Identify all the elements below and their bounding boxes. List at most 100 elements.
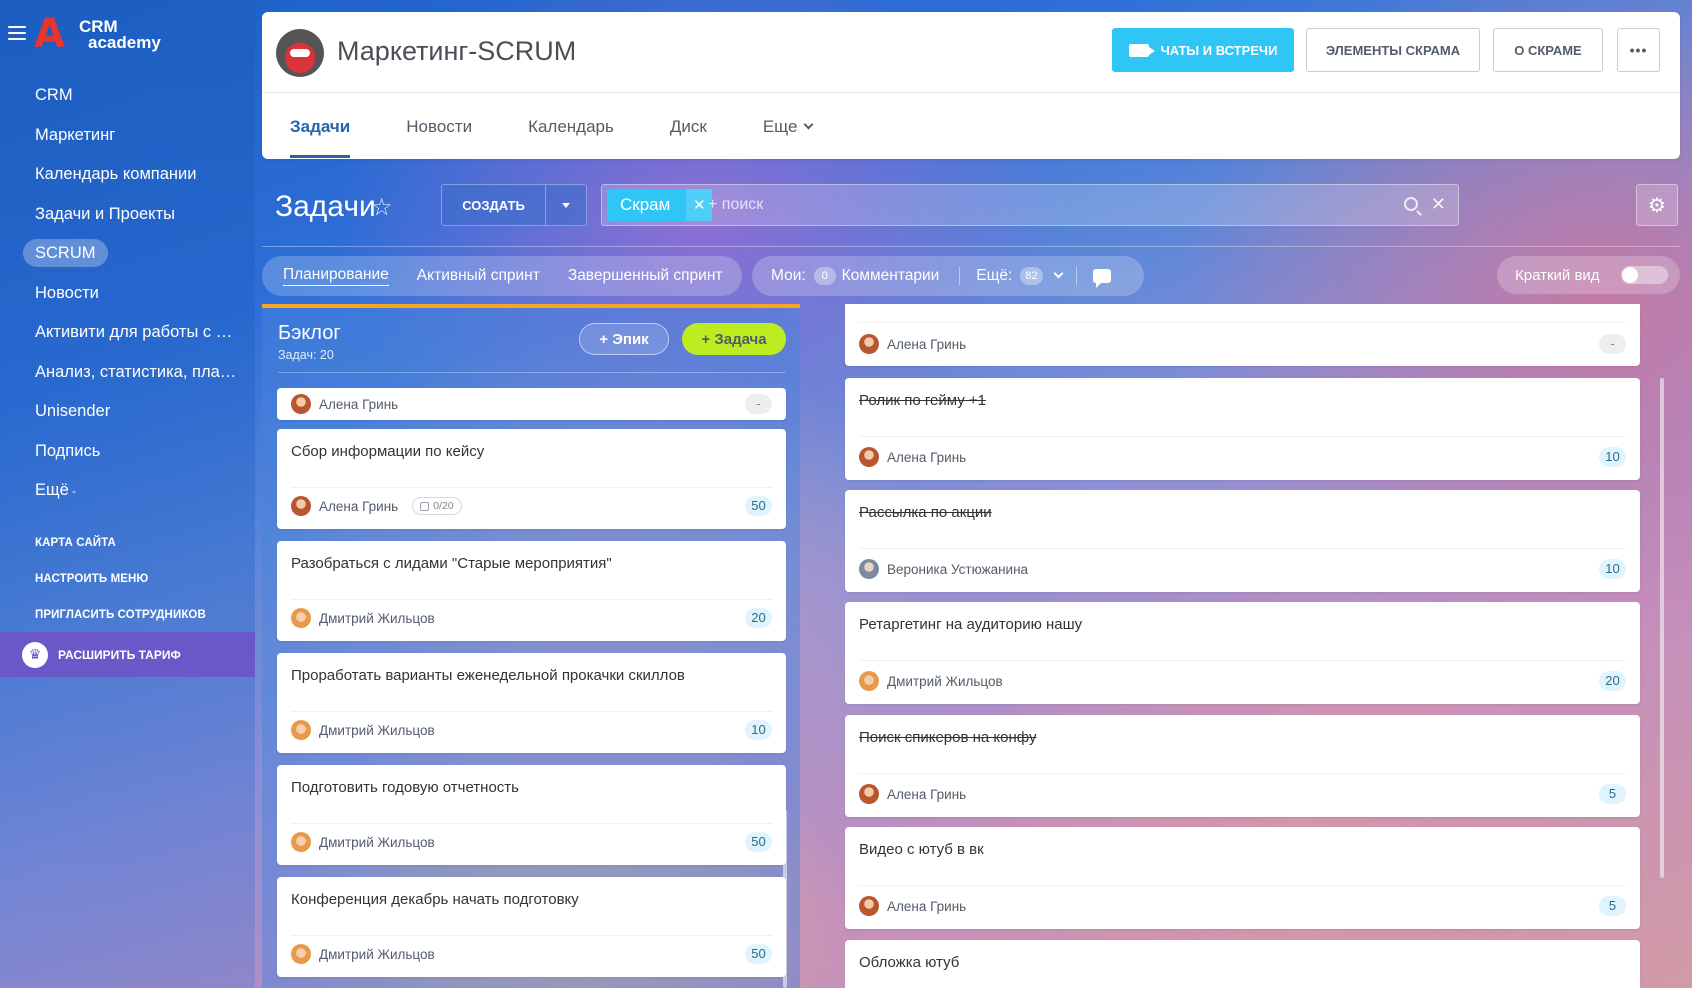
sprint-scrollbar[interactable] xyxy=(1660,378,1664,878)
about-scrum-button[interactable]: О СКРАМЕ xyxy=(1493,28,1603,72)
avatar[interactable] xyxy=(859,896,879,916)
avatar[interactable] xyxy=(859,671,879,691)
story-points-badge[interactable]: - xyxy=(1599,334,1626,354)
search-icon[interactable] xyxy=(1404,197,1418,211)
avatar[interactable] xyxy=(291,608,311,628)
avatar[interactable] xyxy=(859,559,879,579)
assignee-name[interactable]: Алена Гринь xyxy=(887,899,966,914)
tab-more[interactable]: Еще xyxy=(763,117,814,137)
card-title[interactable]: Обложка ютуб xyxy=(859,954,959,971)
search-input[interactable]: + поиск xyxy=(708,196,763,214)
compact-view-toggle[interactable] xyxy=(1621,266,1668,284)
avatar[interactable] xyxy=(291,944,311,964)
logo[interactable]: A CRM academy xyxy=(34,14,184,54)
sprint-card[interactable]: Ретаргетинг на аудиторию нашу Дмитрий Жи… xyxy=(845,602,1640,704)
sidebar-item-crm[interactable]: CRM xyxy=(0,76,255,116)
chats-meetings-button[interactable]: ЧАТЫ И ВСТРЕЧИ xyxy=(1112,28,1294,72)
create-button[interactable]: СОЗДАТЬ xyxy=(441,184,587,226)
sidebar-item-signature[interactable]: Подпись xyxy=(0,432,255,472)
assignee-name[interactable]: Дмитрий Жильцов xyxy=(319,835,435,850)
story-points-badge[interactable]: 20 xyxy=(745,608,772,628)
search-filter[interactable]: Скрам ✕ + поиск ✕ xyxy=(601,184,1459,226)
invite-staff-link[interactable]: ПРИГЛАСИТЬ СОТРУДНИКОВ xyxy=(35,609,206,621)
story-points-badge[interactable]: 5 xyxy=(1599,784,1626,804)
star-icon[interactable]: ☆ xyxy=(371,193,393,222)
card-title[interactable]: Поиск спикеров на конфу xyxy=(859,729,1036,746)
card-title[interactable]: Конференция декабрь начать подготовку xyxy=(291,891,579,908)
assignee-name[interactable]: Алена Гринь xyxy=(319,499,398,514)
chevron-down-icon[interactable] xyxy=(1053,268,1064,278)
scrum-elements-button[interactable]: ЭЛЕМЕНТЫ СКРАМА xyxy=(1306,28,1480,72)
card-title[interactable]: Ретаргетинг на аудиторию нашу xyxy=(859,616,1082,633)
backlog-card[interactable]: Алена Гринь - xyxy=(277,388,786,420)
view-finished-sprint[interactable]: Завершенный спринт xyxy=(568,267,723,285)
sprint-card[interactable]: Алена Гринь - xyxy=(845,304,1640,366)
avatar[interactable] xyxy=(291,720,311,740)
backlog-card[interactable]: Подготовить годовую отчетность Дмитрий Ж… xyxy=(277,765,786,865)
assignee-name[interactable]: Алена Гринь xyxy=(887,450,966,465)
create-label[interactable]: СОЗДАТЬ xyxy=(442,185,546,225)
sprint-card[interactable]: Ролик по гейму +1 Алена Гринь 10 xyxy=(845,378,1640,480)
assignee-name[interactable]: Алена Гринь xyxy=(887,787,966,802)
mine-count-badge[interactable]: 0 xyxy=(813,267,836,285)
sidebar-item-more[interactable]: Ещё xyxy=(0,471,255,511)
sidebar-item-calendar[interactable]: Календарь компании xyxy=(0,155,255,195)
comments-link[interactable]: Комментарии xyxy=(842,267,940,285)
backlog-card[interactable]: Конференция декабрь начать подготовку Дм… xyxy=(277,877,786,977)
more-count-badge[interactable]: 82 xyxy=(1020,267,1043,285)
story-points-badge[interactable]: 5 xyxy=(1599,896,1626,916)
assignee-name[interactable]: Дмитрий Жильцов xyxy=(319,611,435,626)
more-actions-button[interactable]: ••• xyxy=(1617,28,1660,72)
assignee-name[interactable]: Дмитрий Жильцов xyxy=(319,723,435,738)
comments-icon[interactable] xyxy=(1092,269,1111,288)
card-title[interactable]: Подготовить годовую отчетность xyxy=(291,779,519,796)
sprint-card[interactable]: Обложка ютуб xyxy=(845,940,1640,988)
tab-tasks[interactable]: Задачи xyxy=(290,117,351,158)
menu-burger-icon[interactable] xyxy=(8,26,26,40)
card-title[interactable]: Видео с ютуб в вк xyxy=(859,841,984,858)
assignee-name[interactable]: Алена Гринь xyxy=(319,397,398,412)
assignee-name[interactable]: Дмитрий Жильцов xyxy=(319,947,435,962)
assignee-name[interactable]: Алена Гринь xyxy=(887,337,966,352)
backlog-card[interactable]: Сбор информации по кейсу Алена Гринь 0/2… xyxy=(277,429,786,529)
story-points-badge[interactable]: 10 xyxy=(745,720,772,740)
tab-calendar[interactable]: Календарь xyxy=(528,117,614,137)
view-active-sprint[interactable]: Активный спринт xyxy=(417,267,540,285)
story-points-badge[interactable]: 50 xyxy=(745,944,772,964)
sidebar-item-unisender[interactable]: Unisender xyxy=(0,392,255,432)
avatar[interactable] xyxy=(859,334,879,354)
story-points-badge[interactable]: - xyxy=(745,394,772,414)
backlog-card[interactable]: Проработать варианты еженедельной прокач… xyxy=(277,653,786,753)
story-points-badge[interactable]: 50 xyxy=(745,832,772,852)
sidebar-item-analytics[interactable]: Анализ, статистика, план... xyxy=(0,353,255,393)
card-title[interactable]: Рассылка по акции xyxy=(859,504,992,521)
tab-news[interactable]: Новости xyxy=(406,117,472,137)
card-title[interactable]: Сбор информации по кейсу xyxy=(291,443,484,460)
sidebar-item-activity[interactable]: Активити для работы с д... xyxy=(0,313,255,353)
filter-chip[interactable]: Скрам ✕ xyxy=(607,189,713,221)
create-dropdown-icon[interactable] xyxy=(546,185,586,225)
add-epic-button[interactable]: + Эпик xyxy=(579,323,669,355)
avatar[interactable] xyxy=(859,447,879,467)
card-title[interactable]: Ролик по гейму +1 xyxy=(859,392,986,409)
view-planning[interactable]: Планирование xyxy=(283,266,389,286)
assignee-name[interactable]: Дмитрий Жильцов xyxy=(887,674,1003,689)
story-points-badge[interactable]: 50 xyxy=(745,496,772,516)
avatar[interactable] xyxy=(291,832,311,852)
close-icon[interactable]: ✕ xyxy=(1431,194,1446,215)
sidebar-item-marketing[interactable]: Маркетинг xyxy=(0,116,255,156)
story-points-badge[interactable]: 10 xyxy=(1599,559,1626,579)
sprint-card[interactable]: Поиск спикеров на конфу Алена Гринь 5 xyxy=(845,715,1640,817)
avatar[interactable] xyxy=(291,394,311,414)
sitemap-link[interactable]: КАРТА САЙТА xyxy=(35,537,116,549)
checklist-badge[interactable]: 0/20 xyxy=(412,497,462,515)
card-title[interactable]: Проработать варианты еженедельной прокач… xyxy=(291,667,685,684)
upgrade-tariff-button[interactable]: ♛ РАСШИРИТЬ ТАРИФ xyxy=(0,632,255,677)
card-title[interactable]: Разобраться с лидами "Старые мероприятия… xyxy=(291,555,612,572)
project-avatar[interactable] xyxy=(276,29,324,77)
backlog-scrollbar[interactable] xyxy=(783,810,787,988)
sprint-card[interactable]: Рассылка по акции Вероника Устюжанина 10 xyxy=(845,490,1640,592)
gear-icon[interactable]: ⚙ xyxy=(1636,184,1678,226)
avatar[interactable] xyxy=(859,784,879,804)
tab-disk[interactable]: Диск xyxy=(670,117,707,137)
